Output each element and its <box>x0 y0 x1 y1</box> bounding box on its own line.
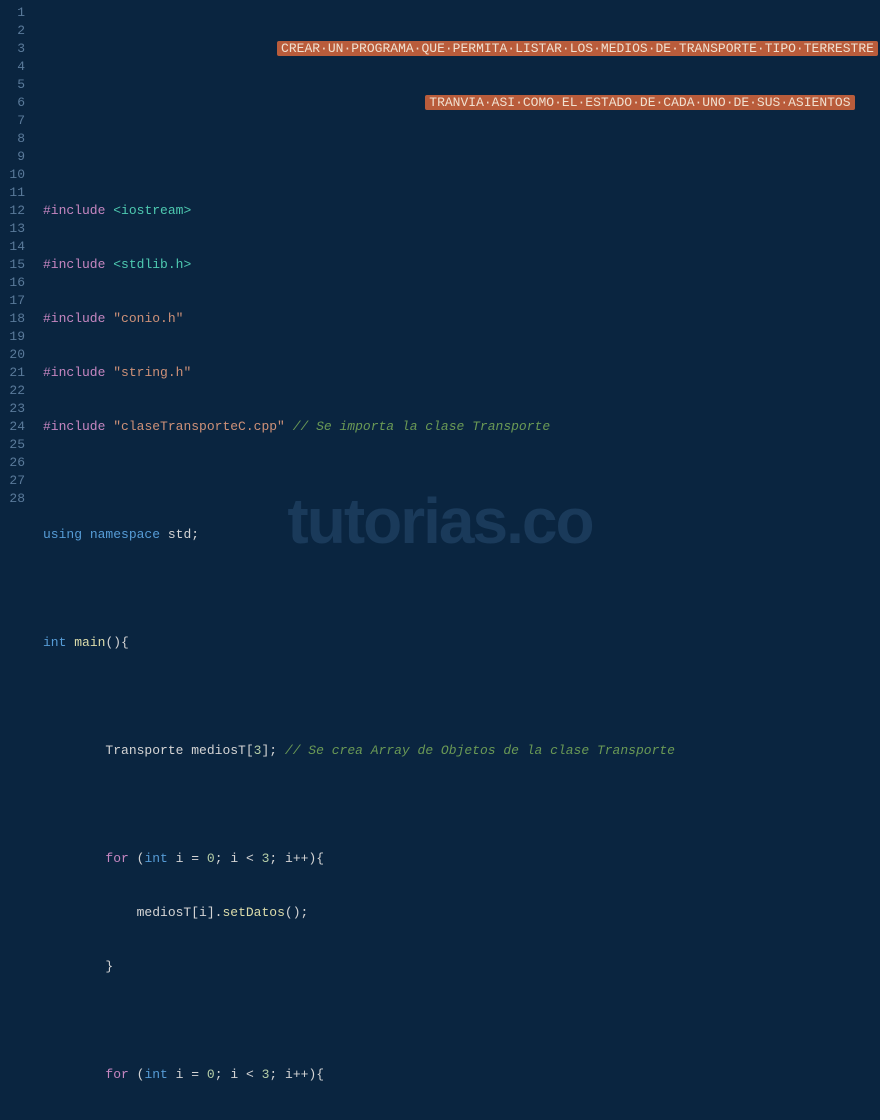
line-number-gutter: 1234567891011121314151617181920212223242… <box>0 0 35 560</box>
line-number: 2 <box>0 22 25 40</box>
code-line: for (int i = 0; i < 3; i++){ <box>43 1066 880 1084</box>
banner-line-1: CREAR·UN·PROGRAMA·QUE·PERMITA·LISTAR·LOS… <box>277 41 878 56</box>
line-number: 11 <box>0 184 25 202</box>
type-int: int <box>144 851 167 866</box>
line-number: 10 <box>0 166 25 184</box>
code-line: TRANVIA·ASI·COMO·EL·ESTADO·DE·CADA·UNO·D… <box>43 94 880 112</box>
include-directive: #include <box>43 419 105 434</box>
line-number: 26 <box>0 454 25 472</box>
line-number: 14 <box>0 238 25 256</box>
code-line <box>43 796 880 814</box>
line-number: 13 <box>0 220 25 238</box>
code-editor[interactable]: 1234567891011121314151617181920212223242… <box>0 0 880 560</box>
line-number: 5 <box>0 76 25 94</box>
code-line: for (int i = 0; i < 3; i++){ <box>43 850 880 868</box>
code-line: #include <iostream> <box>43 202 880 220</box>
code-area[interactable]: CREAR·UN·PROGRAMA·QUE·PERMITA·LISTAR·LOS… <box>35 0 880 560</box>
class-transporte: Transporte <box>105 743 183 758</box>
code-line: CREAR·UN·PROGRAMA·QUE·PERMITA·LISTAR·LOS… <box>43 40 880 58</box>
function-main: main <box>74 635 105 650</box>
method-setDatos: setDatos <box>222 905 284 920</box>
code-line: #include "string.h" <box>43 364 880 382</box>
include-header: "claseTransporteC.cpp" <box>113 419 285 434</box>
keyword-for: for <box>105 851 128 866</box>
keyword-for: for <box>105 1067 128 1082</box>
banner-line-2: TRANVIA·ASI·COMO·EL·ESTADO·DE·CADA·UNO·D… <box>425 95 854 110</box>
line-number: 6 <box>0 94 25 112</box>
line-number: 19 <box>0 328 25 346</box>
code-line: } <box>43 958 880 976</box>
code-line: mediosT[i].setDatos(); <box>43 904 880 922</box>
keyword-namespace: namespace <box>90 527 160 542</box>
include-header: "string.h" <box>113 365 191 380</box>
line-number: 4 <box>0 58 25 76</box>
code-line: #include "conio.h" <box>43 310 880 328</box>
code-line <box>43 580 880 598</box>
code-line <box>43 148 880 166</box>
comment: // Se crea Array de Objetos de la clase … <box>285 743 675 758</box>
code-line: Transporte mediosT[3]; // Se crea Array … <box>43 742 880 760</box>
code-line: #include "claseTransporteC.cpp" // Se im… <box>43 418 880 436</box>
include-directive: #include <box>43 365 105 380</box>
number-literal: 3 <box>254 743 262 758</box>
line-number: 12 <box>0 202 25 220</box>
line-number: 8 <box>0 130 25 148</box>
line-number: 1 <box>0 4 25 22</box>
include-header: <iostream> <box>113 203 191 218</box>
line-number: 16 <box>0 274 25 292</box>
line-number: 17 <box>0 292 25 310</box>
include-directive: #include <box>43 203 105 218</box>
identifier-mediosT: mediosT <box>191 743 246 758</box>
type-int: int <box>43 635 66 650</box>
include-header: <stdlib.h> <box>113 257 191 272</box>
line-number: 23 <box>0 400 25 418</box>
code-line <box>43 688 880 706</box>
include-header: "conio.h" <box>113 311 183 326</box>
line-number: 22 <box>0 382 25 400</box>
line-number: 21 <box>0 364 25 382</box>
line-number: 25 <box>0 436 25 454</box>
line-number: 9 <box>0 148 25 166</box>
line-number: 3 <box>0 40 25 58</box>
line-number: 7 <box>0 112 25 130</box>
code-line <box>43 1012 880 1030</box>
keyword-using: using <box>43 527 82 542</box>
line-number: 20 <box>0 346 25 364</box>
code-line: using namespace std; <box>43 526 880 544</box>
line-number: 18 <box>0 310 25 328</box>
comment: // Se importa la clase Transporte <box>293 419 550 434</box>
include-directive: #include <box>43 311 105 326</box>
code-line: #include <stdlib.h> <box>43 256 880 274</box>
code-line: int main(){ <box>43 634 880 652</box>
code-line <box>43 472 880 490</box>
line-number: 15 <box>0 256 25 274</box>
include-directive: #include <box>43 257 105 272</box>
line-number: 27 <box>0 472 25 490</box>
line-number: 24 <box>0 418 25 436</box>
identifier-std: std <box>168 527 191 542</box>
line-number: 28 <box>0 490 25 508</box>
